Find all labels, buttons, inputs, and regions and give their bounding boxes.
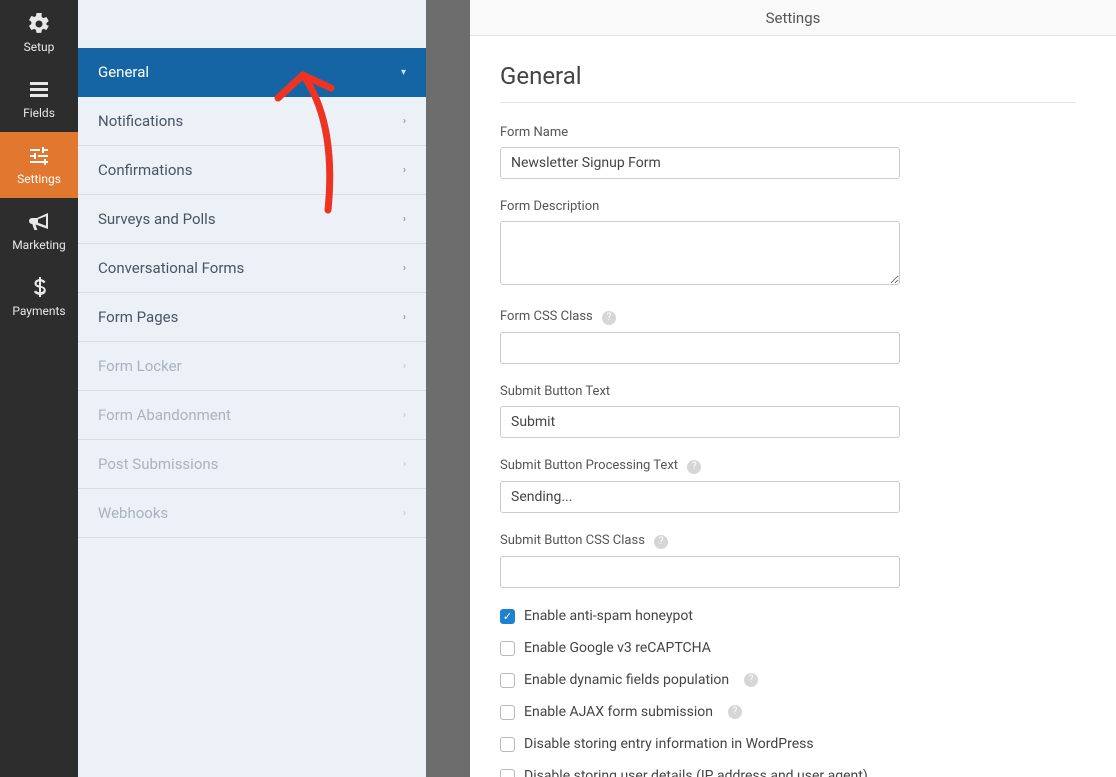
field-submit-text: Submit Button Text: [500, 384, 900, 438]
menu-spacer: [78, 0, 426, 48]
sliders-icon: [27, 144, 51, 168]
rail-marketing[interactable]: Marketing: [0, 198, 78, 264]
nav-rail: Setup Fields Settings Marketing Payments: [0, 0, 78, 777]
menu-form-pages[interactable]: Form Pages ›: [78, 293, 426, 342]
chevron-right-icon: ›: [403, 116, 406, 127]
help-icon[interactable]: ?: [687, 460, 701, 474]
help-icon[interactable]: ?: [602, 311, 616, 325]
submit-css-input[interactable]: [500, 556, 900, 588]
chevron-right-icon: ›: [403, 508, 406, 519]
check-disable-entry[interactable]: Disable storing entry information in Wor…: [500, 736, 1076, 752]
menu-surveys[interactable]: Surveys and Polls ›: [78, 195, 426, 244]
menu-notifications[interactable]: Notifications ›: [78, 97, 426, 146]
check-label: Enable AJAX form submission: [524, 704, 713, 720]
panel-gutter: [426, 0, 470, 777]
rail-settings[interactable]: Settings: [0, 132, 78, 198]
menu-general[interactable]: General ▾: [78, 48, 426, 97]
form-desc-input[interactable]: [500, 221, 900, 285]
chevron-right-icon: ›: [403, 361, 406, 372]
chevron-right-icon: ›: [403, 459, 406, 470]
chevron-right-icon: ›: [403, 410, 406, 421]
form-desc-label: Form Description: [500, 199, 900, 214]
menu-confirmations[interactable]: Confirmations ›: [78, 146, 426, 195]
submit-css-label: Submit Button CSS Class ?: [500, 533, 900, 549]
submit-proc-input[interactable]: [500, 481, 900, 513]
checkbox-icon[interactable]: [500, 769, 515, 777]
dollar-icon: [27, 276, 51, 300]
topbar-title: Settings: [766, 9, 821, 27]
checkbox-icon[interactable]: [500, 673, 515, 688]
settings-panel: General Form Name Form Description Form …: [470, 36, 1116, 777]
menu-label: Notifications: [98, 112, 183, 130]
rail-label: Setup: [24, 40, 55, 54]
topbar: Settings: [470, 0, 1116, 36]
gear-icon: [27, 12, 51, 36]
form-name-input[interactable]: [500, 147, 900, 179]
rail-setup[interactable]: Setup: [0, 0, 78, 66]
rail-label: Payments: [12, 304, 65, 318]
form-css-label: Form CSS Class ?: [500, 309, 900, 325]
menu-conversational[interactable]: Conversational Forms ›: [78, 244, 426, 293]
check-label: Enable anti-spam honeypot: [524, 608, 693, 624]
check-dynamic-fields[interactable]: Enable dynamic fields population ?: [500, 672, 1076, 688]
checkbox-icon[interactable]: [500, 705, 515, 720]
check-ajax[interactable]: Enable AJAX form submission ?: [500, 704, 1076, 720]
help-icon[interactable]: ?: [744, 673, 758, 687]
bullhorn-icon: [27, 210, 51, 234]
field-submit-css: Submit Button CSS Class ?: [500, 533, 900, 588]
chevron-right-icon: ›: [403, 165, 406, 176]
rail-payments[interactable]: Payments: [0, 264, 78, 330]
form-name-label: Form Name: [500, 125, 900, 140]
content-column: Settings General Form Name Form Descript…: [470, 0, 1116, 777]
menu-label: Webhooks: [98, 504, 168, 522]
chevron-right-icon: ›: [403, 214, 406, 225]
menu-label: Form Pages: [98, 308, 178, 326]
submit-text-label: Submit Button Text: [500, 384, 900, 399]
rail-label: Settings: [17, 172, 61, 186]
check-disable-user-details[interactable]: Disable storing user details (IP address…: [500, 768, 1076, 777]
menu-label: Confirmations: [98, 161, 192, 179]
field-form-description: Form Description: [500, 199, 900, 289]
field-submit-processing: Submit Button Processing Text ?: [500, 458, 900, 513]
chevron-right-icon: ›: [403, 263, 406, 274]
menu-webhooks[interactable]: Webhooks ›: [78, 489, 426, 538]
check-label: Enable Google v3 reCAPTCHA: [524, 640, 711, 656]
rail-label: Marketing: [12, 238, 66, 252]
chevron-right-icon: ›: [403, 312, 406, 323]
menu-label: General: [98, 63, 149, 81]
field-form-css: Form CSS Class ?: [500, 309, 900, 364]
help-icon[interactable]: ?: [728, 705, 742, 719]
check-label: Disable storing entry information in Wor…: [524, 736, 814, 752]
checkbox-icon[interactable]: [500, 641, 515, 656]
menu-form-abandonment[interactable]: Form Abandonment ›: [78, 391, 426, 440]
menu-post-submissions[interactable]: Post Submissions ›: [78, 440, 426, 489]
menu-form-locker[interactable]: Form Locker ›: [78, 342, 426, 391]
submit-proc-label: Submit Button Processing Text ?: [500, 458, 900, 474]
check-label: Disable storing user details (IP address…: [524, 768, 868, 777]
check-label: Enable dynamic fields population: [524, 672, 729, 688]
settings-menu: General ▾ Notifications › Confirmations …: [78, 0, 426, 777]
submit-text-input[interactable]: [500, 406, 900, 438]
checkbox-icon[interactable]: [500, 737, 515, 752]
chevron-down-icon: ▾: [401, 67, 406, 78]
rail-label: Fields: [23, 106, 55, 120]
field-form-name: Form Name: [500, 125, 900, 179]
menu-label: Form Abandonment: [98, 406, 231, 424]
check-recaptcha[interactable]: Enable Google v3 reCAPTCHA: [500, 640, 1076, 656]
menu-label: Form Locker: [98, 357, 182, 375]
rail-fields[interactable]: Fields: [0, 66, 78, 132]
form-css-input[interactable]: [500, 332, 900, 364]
menu-label: Surveys and Polls: [98, 210, 216, 228]
check-honeypot[interactable]: Enable anti-spam honeypot: [500, 608, 1076, 624]
list-icon: [27, 78, 51, 102]
menu-label: Conversational Forms: [98, 259, 244, 277]
help-icon[interactable]: ?: [654, 535, 668, 549]
menu-label: Post Submissions: [98, 455, 218, 473]
checkbox-icon[interactable]: [500, 609, 515, 624]
panel-heading: General: [500, 62, 1076, 103]
